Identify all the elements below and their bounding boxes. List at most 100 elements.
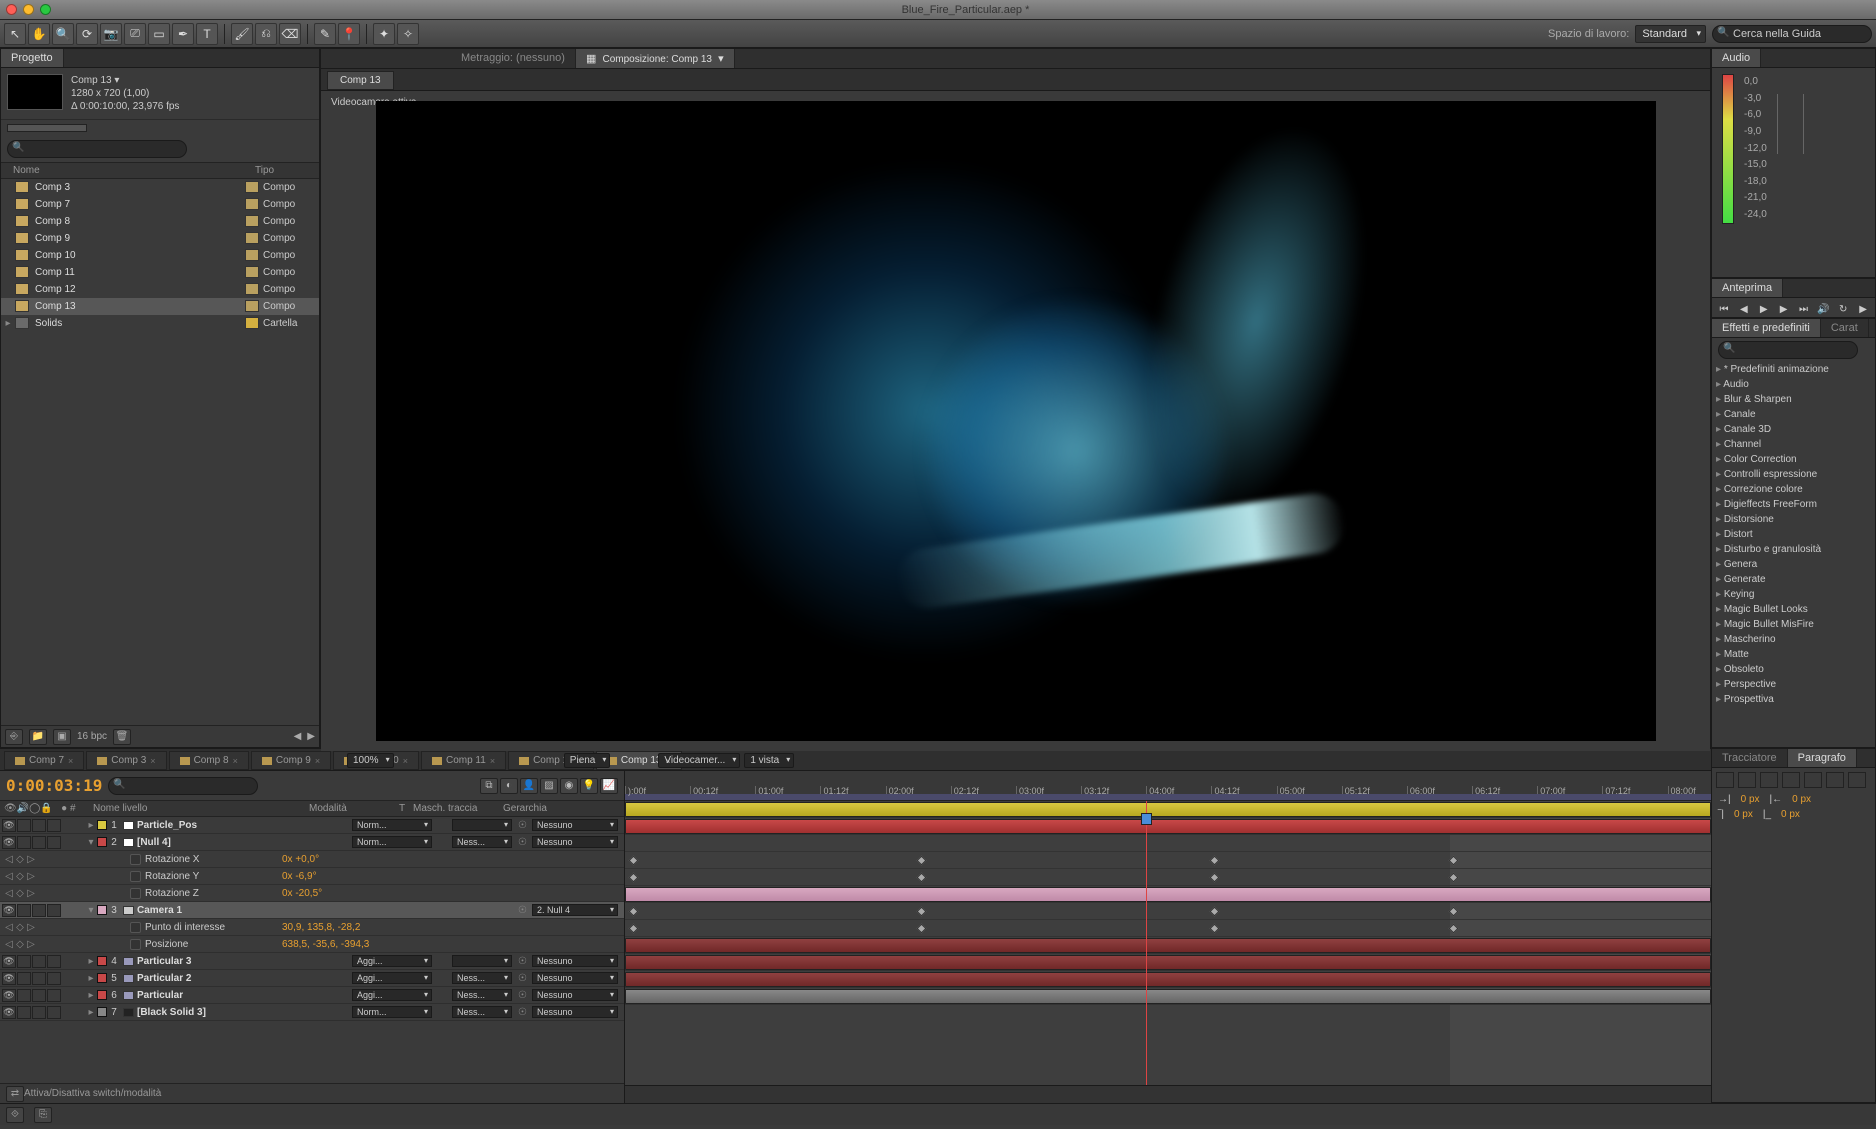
audio-toggle-icon[interactable] bbox=[17, 1006, 31, 1019]
world-axis-icon[interactable]: ✧ bbox=[397, 23, 419, 45]
effect-category[interactable]: Obsoleto bbox=[1712, 662, 1875, 677]
effect-category[interactable]: Audio bbox=[1712, 377, 1875, 392]
align-center-icon[interactable] bbox=[1738, 772, 1756, 788]
solo-toggle-icon[interactable] bbox=[32, 819, 46, 832]
effect-category[interactable]: Canale bbox=[1712, 407, 1875, 422]
new-folder-icon[interactable]: 📁 bbox=[29, 729, 47, 745]
video-toggle-icon[interactable]: 👁 bbox=[2, 836, 16, 849]
selection-tool-icon[interactable]: ↖ bbox=[4, 23, 26, 45]
project-item-list[interactable]: Comp 3 Compo Comp 7 Compo Comp 8 Compo C… bbox=[1, 179, 319, 725]
blend-mode-dropdown[interactable]: Aggi... bbox=[352, 955, 432, 967]
effect-category[interactable]: Keying bbox=[1712, 587, 1875, 602]
brainstorm-icon[interactable]: 💡 bbox=[580, 778, 598, 794]
ram-preview-icon[interactable]: ▶ bbox=[1855, 302, 1871, 318]
puppet-tool-icon[interactable]: 📍 bbox=[338, 23, 360, 45]
parent-dropdown[interactable]: Nessuno bbox=[532, 836, 618, 848]
lock-toggle-icon[interactable] bbox=[47, 904, 61, 917]
layer-property[interactable]: ◁◇▷ Punto di interesse 30,9, 135,8, -28,… bbox=[0, 919, 624, 936]
effect-category[interactable]: Distort bbox=[1712, 527, 1875, 542]
audio-toggle-icon[interactable] bbox=[17, 955, 31, 968]
zoom-dropdown[interactable]: 100% bbox=[347, 753, 394, 768]
paragraph-tab[interactable]: Paragrafo bbox=[1788, 749, 1857, 767]
lock-toggle-icon[interactable] bbox=[47, 1006, 61, 1019]
parent-dropdown[interactable]: Nessuno bbox=[532, 819, 618, 831]
timeline-track-area[interactable] bbox=[625, 801, 1711, 1085]
interpret-footage-icon[interactable]: ⎆ bbox=[5, 729, 23, 745]
project-item[interactable]: Comp 11 Compo bbox=[1, 264, 319, 281]
add-keyframe-icon[interactable]: ◇ bbox=[15, 854, 25, 865]
project-item[interactable]: Comp 8 Compo bbox=[1, 213, 319, 230]
parent-dropdown[interactable]: Nessuno bbox=[532, 972, 618, 984]
effects-tab[interactable]: Effetti e predefiniti bbox=[1712, 319, 1821, 337]
local-axis-icon[interactable]: ✦ bbox=[373, 23, 395, 45]
preview-tab[interactable]: Anteprima bbox=[1712, 279, 1783, 297]
effect-category[interactable]: Color Correction bbox=[1712, 452, 1875, 467]
close-window-icon[interactable] bbox=[6, 4, 17, 15]
mute-icon[interactable]: 🔊 bbox=[1815, 302, 1831, 318]
label-color-icon[interactable] bbox=[97, 905, 107, 915]
close-icon[interactable]: × bbox=[150, 756, 155, 766]
shape-tool-icon[interactable]: ▭ bbox=[148, 23, 170, 45]
twirl-icon[interactable]: ▾ bbox=[85, 837, 97, 848]
stopwatch-icon[interactable] bbox=[130, 854, 141, 865]
audio-toggle-icon[interactable] bbox=[17, 836, 31, 849]
indent-right-value[interactable]: 0 px bbox=[1792, 794, 1811, 805]
timeline-timecode[interactable]: 0:00:03:19 bbox=[6, 776, 102, 795]
trkmat-dropdown[interactable]: Ness... bbox=[452, 1006, 512, 1018]
prev-keyframe-icon[interactable]: ◁ bbox=[4, 888, 14, 899]
effect-category[interactable]: Genera bbox=[1712, 557, 1875, 572]
twirl-icon[interactable]: ▾ bbox=[85, 905, 97, 916]
blend-mode-dropdown[interactable]: Norm... bbox=[352, 836, 432, 848]
prev-keyframe-icon[interactable]: ◁ bbox=[4, 939, 14, 950]
property-value[interactable]: 0x -20,5° bbox=[282, 888, 322, 899]
timeline-comp-tab[interactable]: Comp 11× bbox=[421, 751, 506, 770]
video-toggle-icon[interactable]: 👁 bbox=[2, 989, 16, 1002]
effect-category[interactable]: Blur & Sharpen bbox=[1712, 392, 1875, 407]
timeline-comp-tab[interactable]: Comp 8× bbox=[169, 751, 249, 770]
video-toggle-icon[interactable]: 👁 bbox=[2, 819, 16, 832]
twirl-icon[interactable]: ▸ bbox=[85, 973, 97, 984]
effect-category[interactable]: Generate bbox=[1712, 572, 1875, 587]
roto-tool-icon[interactable]: ✎ bbox=[314, 23, 336, 45]
project-item[interactable]: Comp 3 Compo bbox=[1, 179, 319, 196]
timeline-search-input[interactable] bbox=[108, 777, 258, 795]
solo-toggle-icon[interactable] bbox=[32, 1006, 46, 1019]
label-color-icon[interactable] bbox=[97, 820, 107, 830]
blend-mode-dropdown[interactable]: Norm... bbox=[352, 819, 432, 831]
timeline-layer[interactable]: 👁 ▸ 7 [Black Solid 3] Norm... Ness... ☉ … bbox=[0, 1004, 624, 1021]
trkmat-dropdown[interactable] bbox=[452, 819, 512, 831]
brush-tool-icon[interactable]: 🖌 bbox=[231, 23, 253, 45]
pan-behind-tool-icon[interactable]: ⎚ bbox=[124, 23, 146, 45]
add-keyframe-icon[interactable]: ◇ bbox=[15, 922, 25, 933]
blend-mode-dropdown[interactable]: Aggi... bbox=[352, 989, 432, 1001]
timeline-comp-tab[interactable]: Comp 7× bbox=[4, 751, 84, 770]
label-color-icon[interactable] bbox=[97, 1007, 107, 1017]
delete-icon[interactable]: 🗑 bbox=[113, 729, 131, 745]
effects-search-input[interactable] bbox=[1718, 341, 1858, 359]
project-item[interactable]: Comp 12 Compo bbox=[1, 281, 319, 298]
effect-category[interactable]: Distorsione bbox=[1712, 512, 1875, 527]
composition-tab[interactable]: ▦ Composizione: Comp 13 ▾ bbox=[576, 49, 735, 68]
effect-category[interactable]: Magic Bullet MisFire bbox=[1712, 617, 1875, 632]
timeline-comp-tab[interactable]: Comp 9× bbox=[251, 751, 331, 770]
scroll-left-icon[interactable]: ◀ bbox=[294, 731, 302, 742]
composition-canvas[interactable] bbox=[376, 101, 1656, 741]
twirl-icon[interactable]: ▸ bbox=[85, 956, 97, 967]
parent-dropdown[interactable]: Nessuno bbox=[532, 989, 618, 1001]
effect-category[interactable]: Matte bbox=[1712, 647, 1875, 662]
solo-toggle-icon[interactable] bbox=[32, 955, 46, 968]
close-icon[interactable]: × bbox=[578, 756, 583, 766]
space-before-value[interactable]: 0 px bbox=[1734, 809, 1753, 820]
clone-tool-icon[interactable]: ⎌ bbox=[255, 23, 277, 45]
effects-list[interactable]: * Predefiniti animazioneAudioBlur & Shar… bbox=[1712, 362, 1875, 747]
blend-mode-dropdown[interactable]: Norm... bbox=[352, 1006, 432, 1018]
video-toggle-icon[interactable]: 👁 bbox=[2, 955, 16, 968]
project-tab[interactable]: Progetto bbox=[1, 49, 64, 67]
audio-level-slider-right[interactable] bbox=[1803, 94, 1819, 154]
timeline-layer[interactable]: 👁 ▸ 5 Particular 2 Aggi... Ness... ☉ Nes… bbox=[0, 970, 624, 987]
col-mode[interactable]: Modalità bbox=[309, 803, 399, 814]
timeline-layer[interactable]: 👁 ▸ 1 Particle_Pos Norm... ☉ Nessuno bbox=[0, 817, 624, 834]
audio-toggle-icon[interactable] bbox=[17, 904, 31, 917]
lock-toggle-icon[interactable] bbox=[47, 972, 61, 985]
hide-shy-icon[interactable]: 👤 bbox=[520, 778, 538, 794]
